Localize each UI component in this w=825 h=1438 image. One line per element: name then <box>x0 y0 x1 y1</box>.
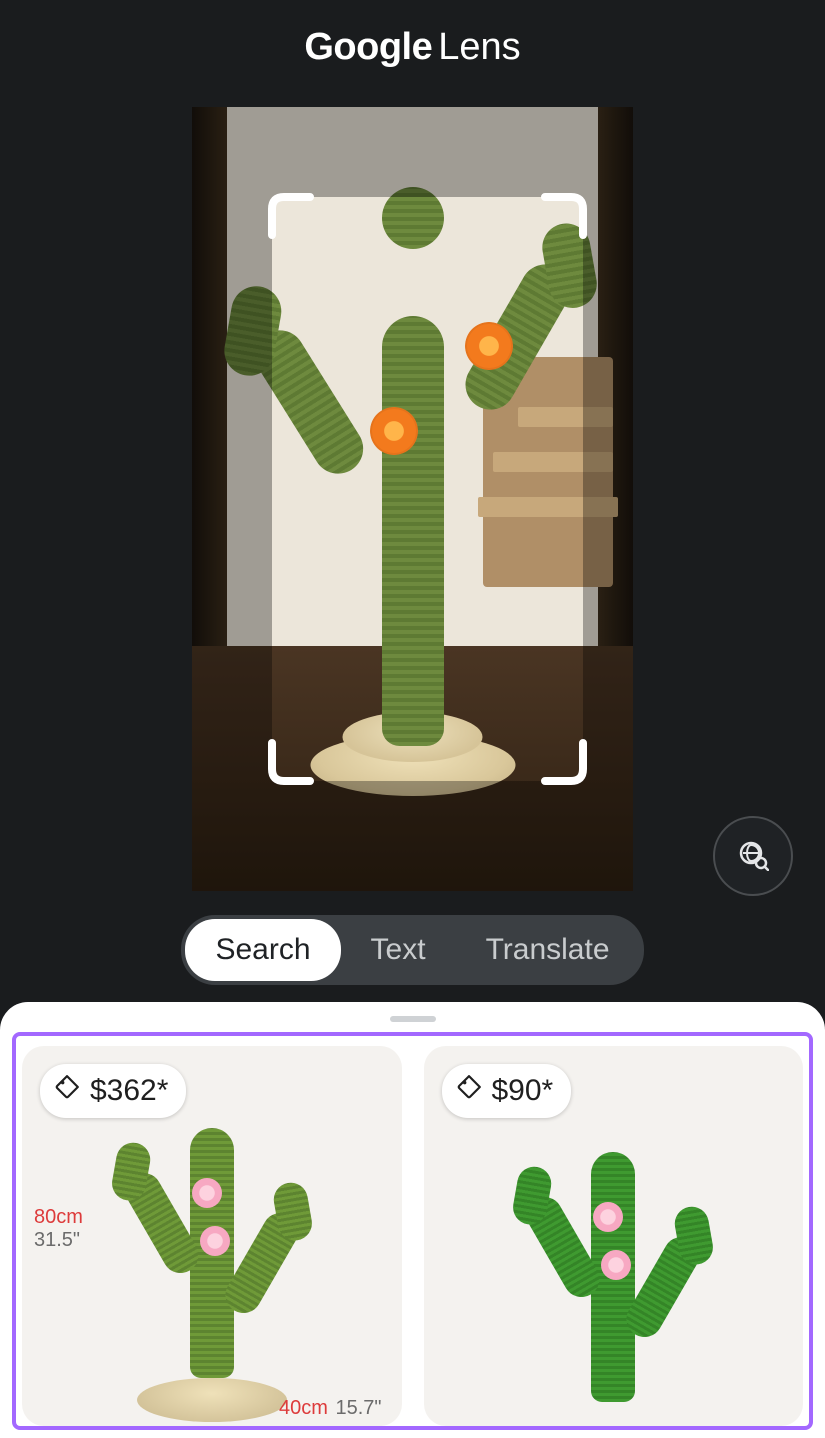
crop-mask-left <box>192 197 272 781</box>
result-thumbnail <box>137 1142 287 1422</box>
mode-translate[interactable]: Translate <box>456 919 640 981</box>
price-tag-icon <box>456 1074 482 1108</box>
price-value: $90* <box>492 1074 554 1108</box>
result-card-2[interactable]: $90* <box>424 1046 804 1426</box>
dimension-base: 40cm 15.7" <box>279 1397 382 1420</box>
crop-mask-bottom <box>192 781 633 891</box>
price-tag-icon <box>54 1074 80 1108</box>
logo-google-text: Google <box>304 26 432 69</box>
app-header: Google Lens <box>0 0 825 69</box>
crop-selection[interactable] <box>272 197 583 781</box>
crop-handle-tr[interactable] <box>541 193 587 239</box>
capture-stage[interactable] <box>192 107 633 891</box>
mode-text[interactable]: Text <box>341 919 456 981</box>
sheet-grab-handle[interactable] <box>390 1016 436 1022</box>
crop-handle-tl[interactable] <box>268 193 314 239</box>
mode-selector: Search Text Translate <box>181 915 643 985</box>
price-chip: $90* <box>442 1064 572 1118</box>
price-chip: $362* <box>40 1064 186 1118</box>
google-lens-logo: Google Lens <box>304 26 520 69</box>
crop-mask-right <box>583 197 633 781</box>
crop-mask-top <box>192 107 633 197</box>
crop-handle-br[interactable] <box>541 739 587 785</box>
image-search-icon <box>737 839 769 874</box>
crop-handle-bl[interactable] <box>268 739 314 785</box>
image-source-button[interactable] <box>713 816 793 896</box>
logo-lens-text: Lens <box>438 26 520 69</box>
result-card-1[interactable]: $362* 80cm 31.5" 40cm 15.7" <box>22 1046 402 1426</box>
results-sheet[interactable]: $362* 80cm 31.5" 40cm 15.7" <box>0 1002 825 1438</box>
results-highlight-frame: $362* 80cm 31.5" 40cm 15.7" <box>12 1032 813 1430</box>
price-value: $362* <box>90 1074 168 1108</box>
result-thumbnail <box>538 1166 688 1426</box>
mode-search[interactable]: Search <box>185 919 340 981</box>
dimension-height: 80cm 31.5" <box>34 1206 83 1252</box>
